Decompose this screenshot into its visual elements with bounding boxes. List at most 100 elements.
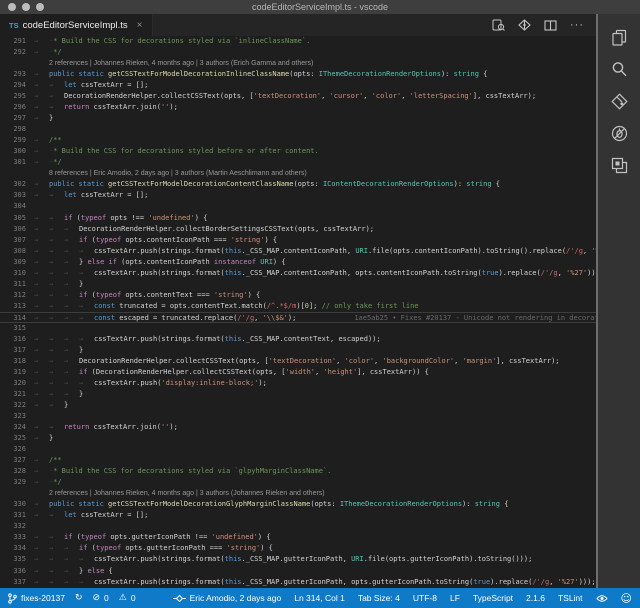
codelens-link[interactable]: 8 references | Eric Amodio, 2 days ago |… bbox=[26, 168, 596, 179]
code-line[interactable]: 291→·* Build the CSS for decorations sty… bbox=[0, 36, 596, 47]
code-line[interactable]: 303→→let cssTextArr = []; bbox=[0, 190, 596, 201]
close-tab-icon[interactable]: × bbox=[137, 20, 143, 31]
code-line[interactable]: 311→→→} bbox=[0, 279, 596, 290]
blame-annotation: 1ae5ab25 • Fixes #20137 - Unicode not re… bbox=[354, 314, 596, 322]
tab-whitespace-icon: → bbox=[79, 268, 94, 279]
code-line[interactable]: 323 bbox=[0, 411, 596, 422]
code-line[interactable]: 306→→→DecorationRenderHelper.collectBord… bbox=[0, 224, 596, 235]
typescript-version[interactable]: 2.1.6 bbox=[526, 593, 545, 603]
codelens-row[interactable]: 2 references | Johannes Rieken, 4 months… bbox=[0, 58, 596, 69]
sidebar-item-search[interactable] bbox=[598, 53, 640, 85]
code-line[interactable]: 337→→→→cssTextArr.push(strings.format(th… bbox=[0, 577, 596, 588]
code-line[interactable]: 313→→→→const truncated = opts.contentTex… bbox=[0, 301, 596, 312]
line-number: 322 bbox=[0, 400, 26, 411]
sidebar-item-source-control[interactable] bbox=[598, 85, 640, 117]
tab-whitespace-icon: → bbox=[34, 235, 49, 246]
tab-whitespace-icon: → bbox=[34, 36, 49, 47]
code-line[interactable]: 304 bbox=[0, 201, 596, 212]
line-number bbox=[0, 488, 26, 499]
code-line[interactable]: 324→→return cssTextArr.join(''); bbox=[0, 422, 596, 433]
code-line[interactable]: 326 bbox=[0, 444, 596, 455]
line-number: 336 bbox=[0, 566, 26, 577]
tab-codeEditorServiceImpl[interactable]: TS codeEditorServiceImpl.ts × bbox=[0, 14, 153, 36]
code-line[interactable]: 317→→→} bbox=[0, 345, 596, 356]
code-line[interactable]: 309→→→} else if (opts.contentIconPath in… bbox=[0, 257, 596, 268]
codelens-row[interactable]: 2 references | Johannes Rieken, 4 months… bbox=[0, 488, 596, 499]
codelens-row[interactable]: 8 references | Eric Amodio, 2 days ago |… bbox=[0, 168, 596, 179]
maximize-window-button[interactable] bbox=[36, 3, 44, 11]
tab-size-indicator[interactable]: Tab Size: 4 bbox=[358, 593, 400, 603]
code-line[interactable]: 300→·* Build the CSS for decorations sty… bbox=[0, 146, 596, 157]
code-line[interactable]: 302→public static getCSSTextForModelDeco… bbox=[0, 179, 596, 190]
cursor-position[interactable]: Ln 314, Col 1 bbox=[294, 593, 345, 603]
tslint-status[interactable]: TSLint bbox=[558, 593, 583, 603]
code-line[interactable]: 320→→→→cssTextArr.push('display:inline-b… bbox=[0, 378, 596, 389]
code-line[interactable]: 294→→let cssTextArr = []; bbox=[0, 80, 596, 91]
code-line[interactable]: 316→→→→cssTextArr.push(strings.format(th… bbox=[0, 334, 596, 345]
sidebar-item-extensions[interactable] bbox=[598, 149, 640, 181]
gitlens-blame-status[interactable]: Eric Amodio, 2 days ago bbox=[173, 593, 282, 603]
code-editor[interactable]: 291→·* Build the CSS for decorations sty… bbox=[0, 36, 596, 588]
code-line[interactable]: 333→→if (typeof opts.gutterIconPath !== … bbox=[0, 532, 596, 543]
open-changes-icon[interactable] bbox=[518, 19, 531, 31]
code-line[interactable]: 314→→→→const escaped = truncated.replace… bbox=[0, 312, 596, 323]
tab-bar: TS codeEditorServiceImpl.ts × ··· bbox=[0, 14, 596, 36]
sidebar-item-explorer[interactable] bbox=[598, 21, 640, 53]
code-line[interactable]: 336→→→} else { bbox=[0, 566, 596, 577]
tab-whitespace-icon: → bbox=[49, 80, 64, 91]
code-line[interactable]: 325→} bbox=[0, 433, 596, 444]
error-count[interactable]: ⊘ 0 bbox=[93, 593, 109, 603]
toggle-blame-eye-icon[interactable] bbox=[596, 594, 608, 603]
code-line[interactable]: 297→} bbox=[0, 113, 596, 124]
language-mode[interactable]: TypeScript bbox=[473, 593, 513, 603]
code-line[interactable]: 319→→→if (DecorationRenderHelper.collect… bbox=[0, 367, 596, 378]
code-line[interactable]: 307→→→if (typeof opts.contentIconPath ==… bbox=[0, 235, 596, 246]
code-line[interactable]: 295→→DecorationRenderHelper.collectCSSTe… bbox=[0, 91, 596, 102]
code-line[interactable]: 301→·*/ bbox=[0, 157, 596, 168]
code-line[interactable]: 296→→return cssTextArr.join(''); bbox=[0, 102, 596, 113]
code-line[interactable]: 335→→→→cssTextArr.push(strings.format(th… bbox=[0, 554, 596, 565]
warning-count[interactable]: ⚠ 0 bbox=[119, 593, 136, 603]
codelens-link[interactable]: 2 references | Johannes Rieken, 4 months… bbox=[26, 58, 596, 69]
code-line[interactable]: 318→→→DecorationRenderHelper.collectCSST… bbox=[0, 356, 596, 367]
code-line[interactable]: 305→→if (typeof opts !== 'undefined') { bbox=[0, 213, 596, 224]
search-icon bbox=[611, 61, 628, 78]
encoding-indicator[interactable]: UTF-8 bbox=[413, 593, 437, 603]
tab-whitespace-icon: → bbox=[49, 301, 64, 312]
code-line[interactable]: 312→→→if (typeof opts.contentText === 's… bbox=[0, 290, 596, 301]
tab-whitespace-icon: → bbox=[49, 566, 64, 577]
code-line[interactable]: 327→/** bbox=[0, 455, 596, 466]
more-actions-icon[interactable]: ··· bbox=[570, 20, 584, 30]
code-line[interactable]: 310→→→→cssTextArr.push(strings.format(th… bbox=[0, 268, 596, 279]
tab-label: codeEditorServiceImpl.ts bbox=[23, 20, 128, 31]
codelens-link[interactable]: 2 references | Johannes Rieken, 4 months… bbox=[26, 488, 596, 499]
line-number: 311 bbox=[0, 279, 26, 290]
tab-whitespace-icon: → bbox=[34, 477, 49, 488]
split-editor-icon[interactable] bbox=[544, 20, 557, 31]
code-line[interactable]: 293→public static getCSSTextForModelDeco… bbox=[0, 69, 596, 80]
code-line[interactable]: 299→/** bbox=[0, 135, 596, 146]
sync-button[interactable]: ↻ bbox=[75, 593, 83, 603]
code-line[interactable]: 322→→} bbox=[0, 400, 596, 411]
minimize-window-button[interactable] bbox=[22, 3, 30, 11]
open-preview-icon[interactable] bbox=[492, 19, 505, 31]
line-number: 293 bbox=[0, 69, 26, 80]
code-line[interactable]: 321→→→} bbox=[0, 389, 596, 400]
code-line[interactable]: 329→·*/ bbox=[0, 477, 596, 488]
git-branch-indicator[interactable]: fixes-20137 bbox=[8, 593, 65, 604]
eol-indicator[interactable]: LF bbox=[450, 593, 460, 603]
code-line[interactable]: 328→·* Build the CSS for decorations sty… bbox=[0, 466, 596, 477]
line-number: 329 bbox=[0, 477, 26, 488]
close-window-button[interactable] bbox=[8, 3, 16, 11]
sidebar-item-debug[interactable] bbox=[598, 117, 640, 149]
code-line[interactable]: 331→→let cssTextArr = []; bbox=[0, 510, 596, 521]
code-line[interactable]: 330→public static getCSSTextForModelDeco… bbox=[0, 499, 596, 510]
code-line[interactable]: 332 bbox=[0, 521, 596, 532]
code-line[interactable]: 308→→→→cssTextArr.push(strings.format(th… bbox=[0, 246, 596, 257]
code-line[interactable]: 298 bbox=[0, 124, 596, 135]
feedback-smiley-icon[interactable]: ☺ bbox=[621, 592, 632, 605]
tab-whitespace-icon: → bbox=[34, 499, 49, 510]
code-line[interactable]: 334→→→if (typeof opts.gutterIconPath ===… bbox=[0, 543, 596, 554]
code-line[interactable]: 315 bbox=[0, 323, 596, 334]
code-line[interactable]: 292→·*/ bbox=[0, 47, 596, 58]
